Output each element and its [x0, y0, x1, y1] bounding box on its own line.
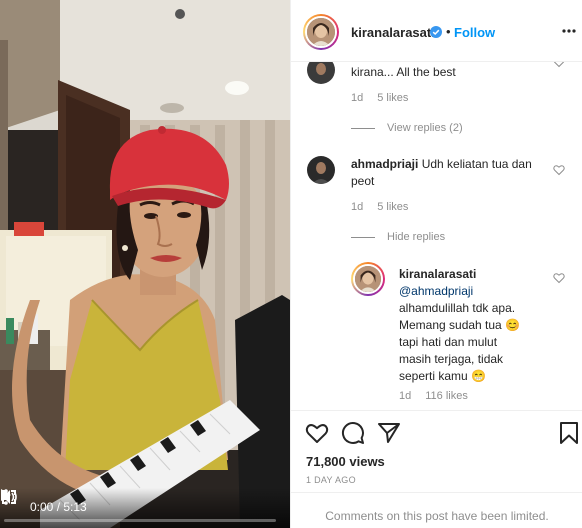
verified-badge-icon [430, 26, 442, 38]
comment-text: kirana... All the best [351, 65, 456, 79]
comment-body-line2: peot [351, 174, 375, 188]
comment-age: 1d [351, 201, 364, 213]
comments-footer: Comments on this post have been limited. [291, 492, 582, 528]
follow-button[interactable]: Follow [454, 25, 495, 40]
reply-line2: Memang sudah tua 😊 [399, 318, 521, 332]
replies-divider [351, 236, 375, 238]
save-bookmark-icon[interactable] [557, 421, 581, 445]
video-more-icon[interactable] [0, 488, 12, 506]
hide-replies-label: Hide replies [387, 231, 446, 243]
reply-meta: 1d 116 likes [399, 390, 482, 402]
replies-divider [351, 127, 375, 129]
comment-likes[interactable]: 5 likes [377, 201, 408, 213]
header-separator: • [446, 24, 451, 39]
comment-avatar[interactable] [307, 156, 335, 184]
reply-text: kiranalarasati @ahmadpriaji alhamdulilla… [399, 266, 549, 385]
avatar-image [307, 18, 335, 46]
comment-avatar-image [307, 156, 335, 184]
like-comment-icon[interactable] [553, 272, 565, 284]
post-header: kiranalarasati • Follow [291, 0, 582, 62]
view-count[interactable]: 71,800 views [306, 454, 385, 469]
more-options-icon[interactable] [562, 22, 576, 40]
comment-text: ahmadpriaji Udh keliatan tua dan peot [351, 156, 547, 190]
video-controls: 0:00 / 5:13 [0, 488, 290, 528]
comment-bubble-icon[interactable] [341, 421, 365, 445]
like-comment-icon[interactable] [553, 164, 565, 176]
view-replies-label: View replies (2) [387, 122, 463, 134]
avatar[interactable] [303, 14, 339, 50]
comment-body-line1: Udh keliatan tua dan [421, 157, 532, 171]
comment-meta: 1d 5 likes [351, 92, 422, 104]
reply-age: 1d [399, 390, 412, 402]
comment-avatar-image [307, 62, 335, 84]
comment-age: 1d [351, 92, 364, 104]
comment-likes[interactable]: 5 likes [377, 92, 408, 104]
comments-limited-notice: Comments on this post have been limited. [325, 509, 549, 523]
reply-line3: tapi hati dan mulut [399, 335, 498, 349]
like-comment-icon[interactable] [553, 62, 565, 68]
post-timestamp[interactable]: 1 DAY AGO [306, 475, 356, 485]
reply-line5: seperti kamu 😁 [399, 369, 486, 383]
post-panel: kiranalarasati • Follow kirana... All th… [290, 0, 582, 528]
reply-line4: masih terjaga, tidak [399, 352, 504, 366]
reply-mention[interactable]: @ahmadpriaji [399, 284, 473, 298]
reply-username[interactable]: kiranalarasati [399, 267, 476, 281]
comment-meta: 1d 5 likes [351, 201, 422, 213]
reply-line1: alhamdulillah tdk apa. [399, 301, 516, 315]
hide-replies-button[interactable]: Hide replies [351, 231, 445, 243]
post-username[interactable]: kiranalarasati [351, 25, 435, 40]
video-time: 0:00 / 5:13 [30, 500, 87, 514]
comment-avatar[interactable] [307, 62, 335, 84]
comment-username[interactable]: ahmadpriaji [351, 157, 418, 171]
view-replies-button[interactable]: View replies (2) [351, 122, 463, 134]
video-player[interactable]: 0:00 / 5:13 [0, 0, 290, 528]
video-frame [0, 0, 290, 528]
like-heart-icon[interactable] [305, 421, 329, 445]
post-actions: 71,800 views 1 DAY AGO [291, 410, 582, 492]
comments-list: kirana... All the best 1d 5 likes View re… [291, 62, 582, 410]
reply-avatar-image [355, 266, 381, 292]
reply-likes[interactable]: 116 likes [425, 390, 468, 402]
video-progress-bar[interactable] [4, 519, 276, 522]
reply-avatar[interactable] [351, 262, 385, 296]
share-send-icon[interactable] [377, 421, 401, 445]
